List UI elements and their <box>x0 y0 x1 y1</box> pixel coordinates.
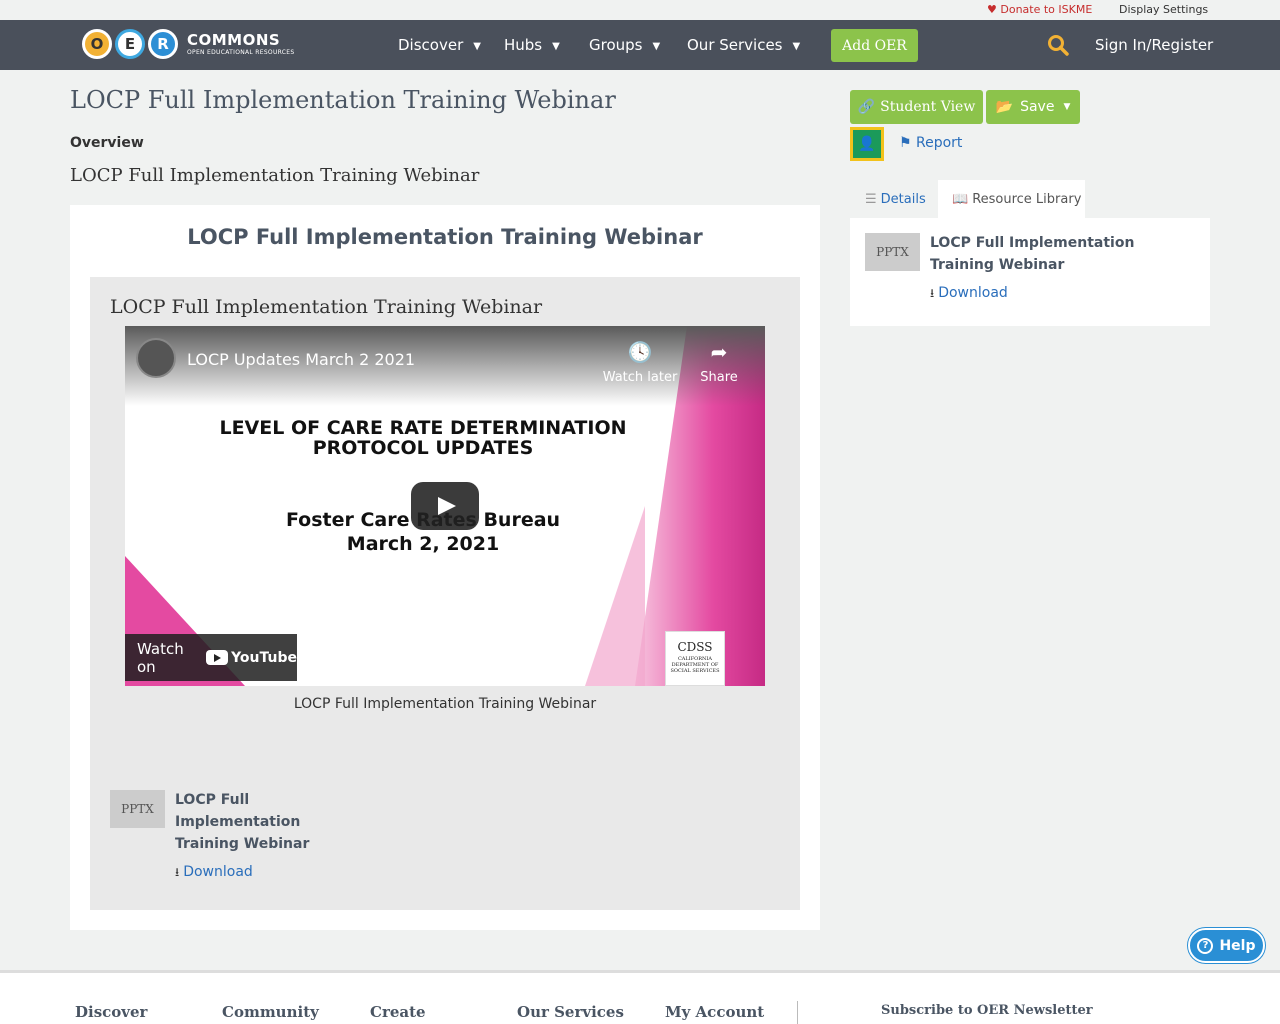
play-button[interactable] <box>411 482 479 530</box>
add-oer-button[interactable]: Add OER <box>831 29 918 62</box>
footer-heading-my-account: My Account <box>665 1003 765 1021</box>
nav-our-services[interactable]: Our Services ▼ <box>687 36 800 54</box>
nav-groups[interactable]: Groups ▼ <box>589 36 660 54</box>
classroom-icon: 👤 <box>858 136 876 152</box>
chevron-down-icon: ▼ <box>473 41 481 52</box>
channel-avatar[interactable] <box>136 338 176 378</box>
sidebar-tabs: ☰ Details 📖 Resource Library <box>850 180 1210 218</box>
flag-icon: ⚑ <box>899 135 912 151</box>
watch-on-youtube-button[interactable]: Watch on YouTube <box>125 634 297 681</box>
nav-discover[interactable]: Discover ▼ <box>398 36 481 54</box>
nav-hubs[interactable]: Hubs ▼ <box>504 36 560 54</box>
tab-details[interactable]: ☰ Details <box>850 180 938 218</box>
newsletter-heading: Subscribe to OER Newsletter <box>881 1003 1093 1018</box>
youtube-logo: YouTube <box>206 650 297 666</box>
link-icon: 🔗 <box>857 99 876 115</box>
download-link[interactable]: ⭳ Download <box>930 284 1008 305</box>
logo-letter-r: R <box>148 29 178 59</box>
pptx-file-icon: PPTX <box>110 790 165 828</box>
logo-wordmark: COMMONS OPEN EDUCATIONAL RESOURCES <box>187 30 295 56</box>
share-button[interactable]: ➦ Share <box>679 340 759 385</box>
question-icon: ? <box>1197 937 1214 954</box>
footer-heading-community: Community <box>222 1003 319 1021</box>
video-title[interactable]: LOCP Updates March 2 2021 <box>187 350 415 369</box>
student-view-button[interactable]: 🔗 Student View <box>850 90 983 124</box>
chevron-down-icon: ▼ <box>552 41 560 52</box>
file-name[interactable]: LOCP Full Implementation Training Webina… <box>930 232 1190 276</box>
video-caption: LOCP Full Implementation Training Webina… <box>293 696 597 712</box>
sign-in-register-link[interactable]: Sign In/Register <box>1095 36 1213 54</box>
section-title: LOCP Full Implementation Training Webina… <box>110 296 543 318</box>
list-icon: ☰ <box>865 191 877 207</box>
youtube-video-embed[interactable]: LOCP Updates March 2 2021 🕓 Watch later … <box>125 326 765 686</box>
heart-icon: ♥ <box>987 3 997 16</box>
utility-bar: ♥ Donate to ISKME Display Settings <box>0 0 1280 20</box>
report-link[interactable]: ⚑ Report <box>899 135 962 151</box>
search-icon[interactable] <box>1047 34 1069 56</box>
slide-heading: LEVEL OF CARE RATE DETERMINATION PROTOCO… <box>219 417 627 459</box>
donate-link[interactable]: ♥ Donate to ISKME <box>987 3 1092 16</box>
watch-later-button[interactable]: 🕓 Watch later <box>600 340 680 385</box>
pptx-file-icon: PPTX <box>865 233 920 271</box>
caret-down-icon: ▼ <box>1063 102 1071 112</box>
download-icon: ⭳ <box>930 286 935 300</box>
clock-icon: 🕓 <box>627 340 653 364</box>
book-icon: 📖 <box>952 191 969 207</box>
download-link[interactable]: ⭳ Download <box>175 863 253 884</box>
overview-text: LOCP Full Implementation Training Webina… <box>70 165 480 186</box>
logo-letter-e: E <box>115 29 145 59</box>
tab-resource-library[interactable]: 📖 Resource Library <box>938 180 1085 218</box>
share-icon: ➦ <box>710 340 728 364</box>
content-section: LOCP Full Implementation Training Webina… <box>90 277 800 910</box>
footer-heading-our-services: Our Services <box>517 1003 624 1021</box>
resource-library-panel: PPTX LOCP Full Implementation Training W… <box>850 218 1210 326</box>
cdss-logo: CDSS CALIFORNIA DEPARTMENT OF SOCIAL SER… <box>665 631 725 686</box>
chevron-down-icon: ▼ <box>652 41 661 52</box>
overview-label: Overview <box>70 135 144 151</box>
youtube-play-icon <box>206 650 229 665</box>
content-title: LOCP Full Implementation Training Webina… <box>187 225 703 249</box>
folder-icon: 📂 <box>995 99 1014 115</box>
footer: Discover Community Create Our Services M… <box>0 970 1280 1024</box>
content-card: LOCP Full Implementation Training Webina… <box>70 205 820 930</box>
page-title: LOCP Full Implementation Training Webina… <box>70 86 616 114</box>
help-button[interactable]: ? Help <box>1188 928 1265 963</box>
footer-heading-discover: Discover <box>75 1003 148 1021</box>
display-settings-link[interactable]: Display Settings <box>1119 3 1208 16</box>
chevron-down-icon: ▼ <box>792 41 801 52</box>
download-icon: ⭳ <box>175 865 180 879</box>
main-navbar: O E R COMMONS OPEN EDUCATIONAL RESOURCES… <box>0 20 1280 70</box>
save-button[interactable]: 📂 Save ▼ <box>986 90 1080 124</box>
footer-heading-create: Create <box>370 1003 426 1021</box>
google-classroom-share-button[interactable]: 👤 <box>850 127 884 161</box>
footer-divider <box>797 1001 798 1024</box>
oer-commons-logo[interactable]: O E R COMMONS OPEN EDUCATIONAL RESOURCES <box>82 26 295 62</box>
logo-letter-o: O <box>82 29 112 59</box>
file-name[interactable]: LOCP Full Implementation Training Webina… <box>175 789 315 855</box>
